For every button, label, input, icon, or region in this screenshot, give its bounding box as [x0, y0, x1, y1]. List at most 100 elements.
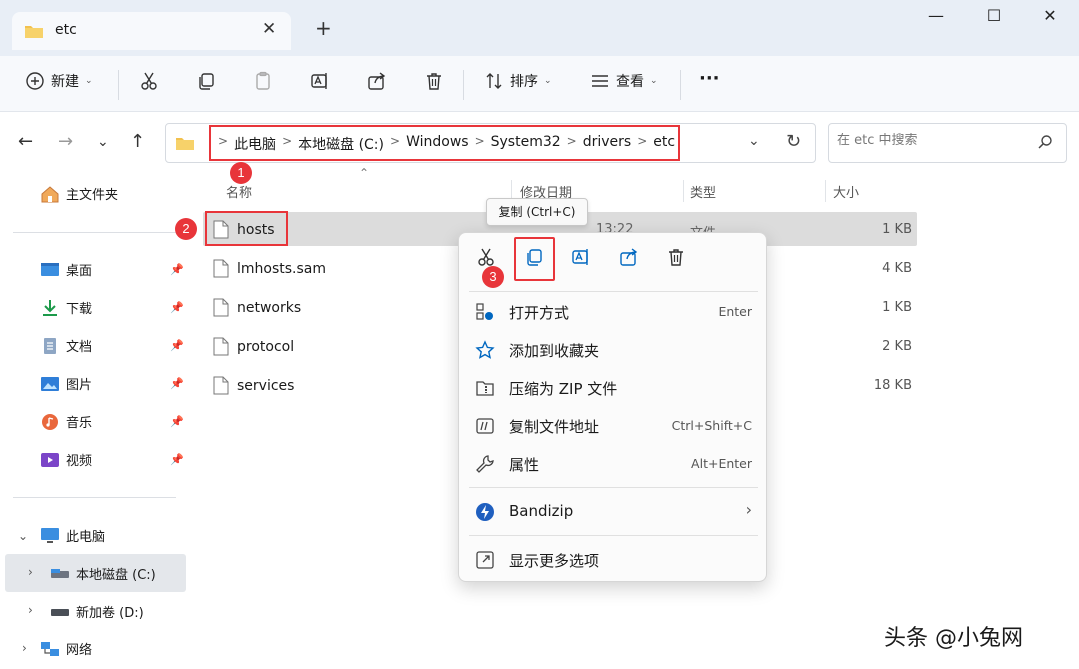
- menu-item-compress-zip[interactable]: 压缩为 ZIP 文件: [475, 372, 752, 406]
- share-button[interactable]: [619, 247, 639, 271]
- cut-button[interactable]: [139, 71, 159, 91]
- rename-button[interactable]: [571, 247, 591, 271]
- title-bar: etc ✕ + — ☐ ✕: [0, 0, 1079, 56]
- chevron-right-icon: ›: [745, 500, 752, 519]
- bandizip-icon: [476, 503, 494, 521]
- sidebar-item-music[interactable]: 音乐: [40, 412, 92, 431]
- breadcrumb-drivers[interactable]: drivers: [583, 134, 631, 154]
- copy-path-icon: [476, 418, 494, 434]
- copy-icon: [199, 73, 214, 90]
- sidebar-item-this-pc[interactable]: 此电脑: [40, 526, 105, 545]
- copy-icon: [527, 249, 542, 266]
- share-icon: [368, 72, 386, 90]
- breadcrumb-separator: >: [390, 134, 401, 148]
- column-divider: [683, 180, 684, 202]
- address-bar[interactable]: > 此电脑 > 本地磁盘 (C:) > Windows > System32 >…: [165, 123, 816, 163]
- chevron-down-icon[interactable]: ⌄: [18, 529, 28, 543]
- download-icon: [43, 299, 57, 316]
- close-button[interactable]: ✕: [1035, 6, 1065, 25]
- file-name: protocol: [237, 338, 295, 355]
- new-button[interactable]: 新建 ⌄: [25, 71, 93, 91]
- copy-button[interactable]: [524, 247, 544, 271]
- menu-item-label: 添加到收藏夹: [509, 342, 600, 360]
- minimize-button[interactable]: —: [921, 6, 951, 25]
- table-row[interactable]: protocol: [213, 337, 294, 356]
- sidebar-item-c-drive[interactable]: 本地磁盘 (C:): [50, 564, 156, 583]
- menu-item-add-favorites[interactable]: 添加到收藏夹: [475, 334, 752, 368]
- new-label: 新建: [51, 74, 79, 90]
- back-arrow-icon[interactable]: ←: [18, 131, 33, 152]
- sidebar-item-network[interactable]: 网络: [40, 639, 92, 658]
- up-arrow-icon[interactable]: ↑: [130, 131, 145, 152]
- divider: [469, 487, 758, 488]
- share-button[interactable]: [367, 71, 387, 91]
- sidebar-item-downloads[interactable]: 下载: [40, 298, 92, 317]
- file-icon: [213, 259, 229, 278]
- pin-icon[interactable]: 📌: [170, 453, 184, 466]
- sort-button[interactable]: 排序 ⌄: [484, 71, 552, 91]
- copy-tooltip: 复制 (Ctrl+C): [486, 198, 588, 226]
- delete-button[interactable]: [666, 247, 686, 271]
- tab-close-icon[interactable]: ✕: [262, 19, 276, 39]
- paste-button[interactable]: [253, 71, 273, 91]
- pin-icon[interactable]: 📌: [170, 377, 184, 390]
- menu-item-properties[interactable]: 属性 Alt+Enter: [475, 448, 752, 482]
- divider: [469, 535, 758, 536]
- column-header-size[interactable]: 大小: [833, 182, 859, 201]
- chevron-right-icon[interactable]: ›: [28, 603, 33, 617]
- recent-dropdown-icon[interactable]: ⌄: [97, 134, 109, 150]
- sidebar-item-pictures[interactable]: 图片: [40, 374, 92, 393]
- sidebar-item-documents[interactable]: 文档: [40, 336, 92, 355]
- sidebar-item-videos[interactable]: 视频: [40, 450, 92, 469]
- new-tab-button[interactable]: +: [315, 16, 332, 40]
- breadcrumb-etc[interactable]: etc: [653, 134, 675, 154]
- file-name: networks: [237, 299, 302, 316]
- scissors-icon: [141, 72, 157, 90]
- column-header-type[interactable]: 类型: [690, 182, 716, 201]
- breadcrumb-system32[interactable]: System32: [491, 134, 561, 154]
- menu-item-bandizip[interactable]: Bandizip ›: [475, 496, 752, 530]
- column-header-name[interactable]: 名称: [226, 182, 252, 201]
- sidebar-item-d-drive[interactable]: 新加卷 (D:): [50, 602, 144, 621]
- scissors-icon: [478, 248, 494, 266]
- maximize-button[interactable]: ☐: [979, 6, 1009, 25]
- forward-arrow-icon[interactable]: →: [58, 131, 73, 152]
- menu-item-more-options[interactable]: 显示更多选项: [475, 544, 752, 578]
- chevron-right-icon[interactable]: ›: [28, 565, 33, 579]
- menu-item-label: 压缩为 ZIP 文件: [509, 380, 618, 398]
- delete-button[interactable]: [424, 71, 444, 91]
- tab-etc[interactable]: etc ✕: [12, 12, 291, 50]
- table-row[interactable]: services: [213, 376, 294, 395]
- menu-item-copy-path[interactable]: 复制文件地址 Ctrl+Shift+C: [475, 410, 752, 444]
- rename-button[interactable]: [310, 71, 330, 91]
- search-box[interactable]: [828, 123, 1067, 163]
- sidebar-item-home[interactable]: 主文件夹: [40, 184, 118, 203]
- more-button[interactable]: ···: [699, 68, 720, 89]
- pin-icon[interactable]: 📌: [170, 415, 184, 428]
- refresh-icon[interactable]: ↻: [786, 131, 801, 152]
- breadcrumb-c-drive[interactable]: 本地磁盘 (C:): [298, 134, 384, 154]
- chevron-right-icon[interactable]: ›: [22, 641, 27, 655]
- divider: [469, 291, 758, 292]
- search-icon[interactable]: [1037, 134, 1053, 154]
- copy-button[interactable]: [196, 71, 216, 91]
- pin-icon[interactable]: 📌: [170, 301, 184, 314]
- watermark: 头条 @小兔网: [884, 626, 1023, 651]
- breadcrumb-this-pc[interactable]: 此电脑: [234, 134, 276, 154]
- menu-item-open-with[interactable]: 打开方式 Enter: [475, 296, 752, 330]
- pin-icon[interactable]: 📌: [170, 263, 184, 276]
- music-icon: [42, 413, 58, 430]
- pin-icon[interactable]: 📌: [170, 339, 184, 352]
- breadcrumb-separator: >: [218, 134, 229, 148]
- search-input[interactable]: [837, 133, 1037, 148]
- sidebar-item-desktop[interactable]: 桌面: [40, 260, 92, 279]
- table-row[interactable]: lmhosts.sam: [213, 259, 326, 278]
- step-badge-2: 2: [175, 218, 197, 240]
- chevron-down-icon[interactable]: ⌄: [748, 133, 760, 149]
- clipboard-icon: [256, 71, 270, 90]
- table-row[interactable]: networks: [213, 298, 301, 317]
- trash-icon: [427, 73, 441, 90]
- view-button[interactable]: 查看 ⌄: [590, 71, 658, 91]
- breadcrumb-windows[interactable]: Windows: [406, 134, 469, 154]
- file-size: 1 KB: [882, 222, 912, 237]
